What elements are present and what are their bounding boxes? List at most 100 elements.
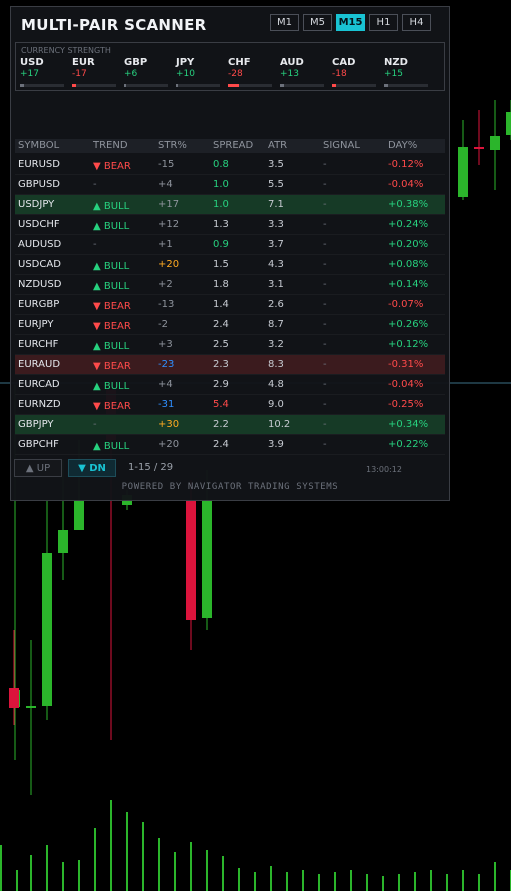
currency-value: +10 xyxy=(176,69,195,79)
sort-down-button[interactable]: ▼ DN xyxy=(68,459,116,477)
currency-jpy: JPY +10 xyxy=(176,57,224,87)
volume-bar xyxy=(110,800,112,891)
cell-signal: - xyxy=(323,179,327,190)
header-spread[interactable]: SPREAD xyxy=(213,140,253,151)
table-row[interactable]: EURUSD ▼ BEAR -15 0.8 3.5 - -0.12% xyxy=(15,155,445,175)
tab-m5[interactable]: M5 xyxy=(303,14,332,31)
cell-spread: 2.3 xyxy=(213,359,229,370)
header-atr[interactable]: ATR xyxy=(268,140,287,151)
cell-trend: - xyxy=(93,419,97,430)
header-trend[interactable]: TREND xyxy=(93,140,128,151)
header-day[interactable]: DAY% xyxy=(388,140,417,151)
table-row[interactable]: AUDUSD - +1 0.9 3.7 - +0.20% xyxy=(15,235,445,255)
cell-symbol: EURUSD xyxy=(18,159,60,170)
table-row[interactable]: EURAUD ▼ BEAR -23 2.3 8.3 - -0.31% xyxy=(15,355,445,375)
cell-atr: 3.5 xyxy=(268,159,284,170)
table-row[interactable]: USDCHF ▲ BULL +12 1.3 3.3 - +0.24% xyxy=(15,215,445,235)
strength-bar-fill xyxy=(176,84,178,87)
cell-atr: 9.0 xyxy=(268,399,284,410)
volume-bar xyxy=(78,860,80,891)
currency-aud: AUD +13 xyxy=(280,57,328,87)
header-signal[interactable]: SIGNAL xyxy=(323,140,360,151)
table-row[interactable]: NZDUSD ▲ BULL +2 1.8 3.1 - +0.14% xyxy=(15,275,445,295)
cell-atr: 4.8 xyxy=(268,379,284,390)
tab-m1[interactable]: M1 xyxy=(270,14,299,31)
cell-atr: 3.1 xyxy=(268,279,284,290)
table-row[interactable]: USDJPY ▲ BULL +17 1.0 7.1 - +0.38% xyxy=(15,195,445,215)
volume-bar xyxy=(286,872,288,891)
cell-atr: 3.3 xyxy=(268,219,284,230)
cell-symbol: EURNZD xyxy=(18,399,61,410)
cell-strength: -15 xyxy=(158,159,175,170)
table-row[interactable]: GBPUSD - +4 1.0 5.5 - -0.04% xyxy=(15,175,445,195)
volume-bar xyxy=(126,812,128,891)
currency-name: GBP xyxy=(124,57,148,68)
cell-signal: - xyxy=(323,239,327,250)
cell-atr: 3.9 xyxy=(268,439,284,450)
pagination[interactable]: 1-15 / 29 xyxy=(128,462,173,473)
cell-spread: 2.2 xyxy=(213,419,229,430)
cell-symbol: EURCHF xyxy=(18,339,59,350)
table-row[interactable]: GBPCHF ▲ BULL +20 2.4 3.9 - +0.22% xyxy=(15,435,445,455)
cell-atr: 4.3 xyxy=(268,259,284,270)
table-header: SYMBOL TREND STR% SPREAD ATR SIGNAL DAY% xyxy=(15,139,445,153)
cell-day-change: +0.38% xyxy=(388,199,429,210)
volume-bar xyxy=(16,870,18,891)
header-strength[interactable]: STR% xyxy=(158,140,187,151)
tab-m15[interactable]: M15 xyxy=(336,14,365,31)
cell-spread: 1.0 xyxy=(213,179,229,190)
candle-body xyxy=(506,112,511,135)
header-symbol[interactable]: SYMBOL xyxy=(18,140,59,151)
cell-strength: +4 xyxy=(158,179,173,190)
currency-strength-title: CURRENCY STRENGTH xyxy=(21,46,111,55)
strength-bar-fill xyxy=(384,84,388,87)
volume-bar xyxy=(430,870,432,891)
cell-symbol: GBPJPY xyxy=(18,419,54,430)
cell-day-change: +0.08% xyxy=(388,259,429,270)
cell-symbol: USDCHF xyxy=(18,219,60,230)
candle-body xyxy=(202,500,212,618)
volume-bar xyxy=(350,870,352,891)
volume-bar xyxy=(206,850,208,891)
cell-signal: - xyxy=(323,419,327,430)
tab-h1[interactable]: H1 xyxy=(369,14,398,31)
cell-symbol: EURCAD xyxy=(18,379,60,390)
volume-bar xyxy=(94,828,96,891)
currency-value: +17 xyxy=(20,69,39,79)
cell-signal: - xyxy=(323,299,327,310)
currency-cad: CAD -18 xyxy=(332,57,380,87)
cell-spread: 2.9 xyxy=(213,379,229,390)
cell-trend: ▼ BEAR xyxy=(93,161,131,172)
cell-day-change: -0.04% xyxy=(388,179,424,190)
cell-trend: ▲ BULL xyxy=(93,261,130,272)
candle-body xyxy=(58,530,68,553)
cell-strength: +20 xyxy=(158,439,180,450)
currency-value: +6 xyxy=(124,69,138,79)
cell-spread: 1.4 xyxy=(213,299,229,310)
cell-day-change: -0.31% xyxy=(388,359,424,370)
table-row[interactable]: GBPJPY - +30 2.2 10.2 - +0.34% xyxy=(15,415,445,435)
cell-spread: 0.9 xyxy=(213,239,229,250)
cell-spread: 2.4 xyxy=(213,319,229,330)
table-row[interactable]: EURJPY ▼ BEAR -2 2.4 8.7 - +0.26% xyxy=(15,315,445,335)
table-row[interactable]: USDCAD ▲ BULL +20 1.5 4.3 - +0.08% xyxy=(15,255,445,275)
sort-up-button[interactable]: ▲ UP xyxy=(14,459,62,477)
candle-body xyxy=(74,500,84,530)
cell-symbol: USDCAD xyxy=(18,259,61,270)
cell-trend: ▼ BEAR xyxy=(93,401,131,412)
candle-body xyxy=(9,688,19,708)
cell-trend: ▼ BEAR xyxy=(93,321,131,332)
table-row[interactable]: EURCHF ▲ BULL +3 2.5 3.2 - +0.12% xyxy=(15,335,445,355)
cell-day-change: -0.07% xyxy=(388,299,424,310)
table-row[interactable]: EURCAD ▲ BULL +4 2.9 4.8 - -0.04% xyxy=(15,375,445,395)
tab-h4[interactable]: H4 xyxy=(402,14,431,31)
cell-signal: - xyxy=(323,279,327,290)
table-row[interactable]: EURGBP ▼ BEAR -13 1.4 2.6 - -0.07% xyxy=(15,295,445,315)
table-row[interactable]: EURNZD ▼ BEAR -31 5.4 9.0 - -0.25% xyxy=(15,395,445,415)
volume-bar xyxy=(494,862,496,891)
cell-spread: 5.4 xyxy=(213,399,229,410)
cell-day-change: +0.12% xyxy=(388,339,429,350)
server-clock: 13:00:12 xyxy=(366,465,402,474)
candle-body xyxy=(490,136,500,150)
cell-day-change: +0.20% xyxy=(388,239,429,250)
